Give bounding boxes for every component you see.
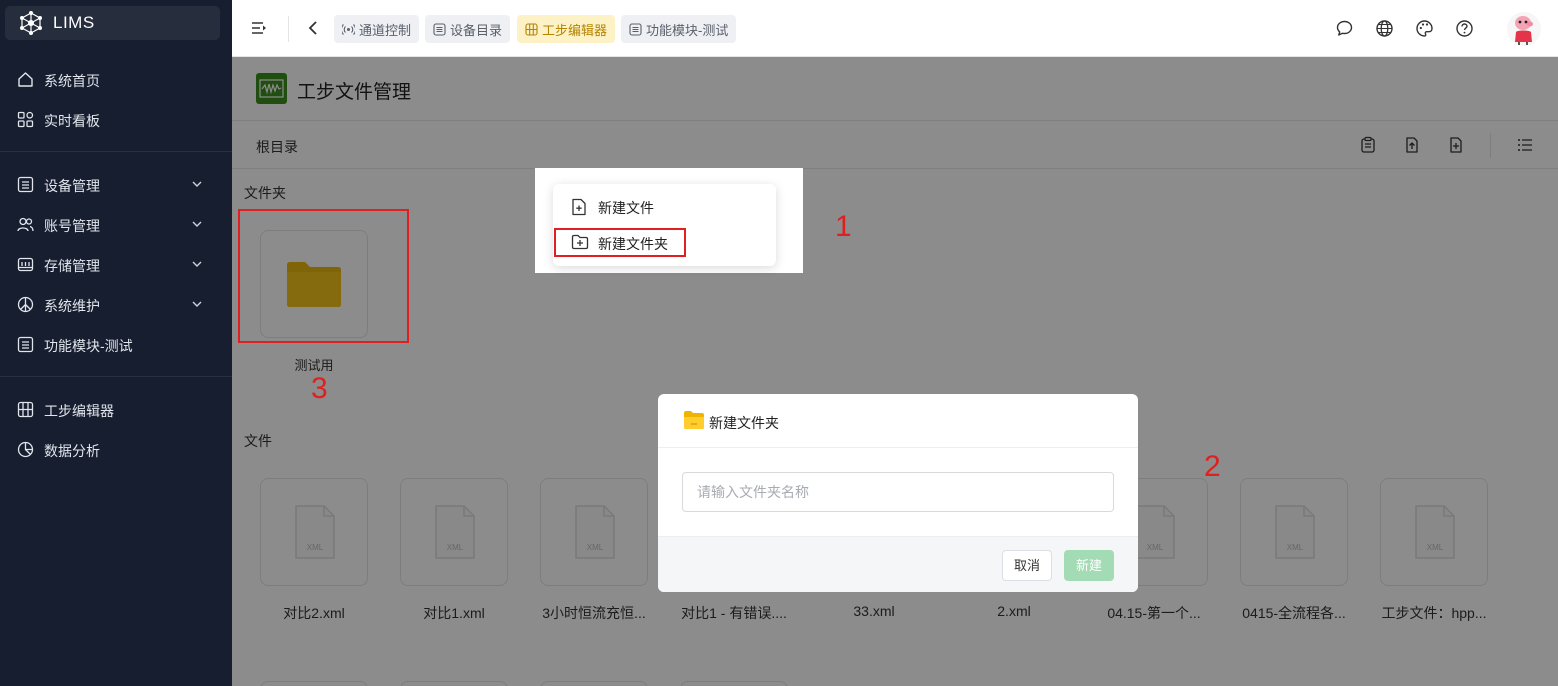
app-name: LIMS [53,13,95,32]
home-icon [18,72,33,87]
sidebar-divider [0,376,232,377]
brand[interactable]: LIMS [5,6,220,40]
palette-icon[interactable] [1415,19,1434,38]
sidebar-item-label: 系统维护 [44,298,100,314]
grid-icon [17,401,34,418]
help-icon[interactable] [1455,19,1474,38]
lims-logo-icon [20,11,42,35]
sidebar-item-data-analysis[interactable]: 数据分析 [0,429,232,469]
chevron-down-icon [192,301,202,307]
globe-icon[interactable] [1375,19,1394,38]
annotation-number-3: 3 [311,372,328,405]
dialog-title: 新建文件夹 [709,415,779,431]
sidebar-item-label: 数据分析 [44,443,100,459]
dialog-footer: 取消 新建 [658,536,1138,592]
chevron-down-icon [192,181,202,187]
chevron-down-icon [192,261,202,267]
sidebar-item-label: 工步编辑器 [44,403,114,419]
sidebar-item-dashboard[interactable]: 实时看板 [0,99,232,139]
user-avatar-icon [1515,16,1533,45]
annotation-box-new-folder [554,228,686,257]
sidebar-item-label: 系统首页 [44,73,100,89]
sidebar-divider [0,151,232,152]
annotation-number-2: 2 [1204,450,1221,483]
sidebar-item-label: 账号管理 [44,218,100,234]
pie-icon [17,441,34,458]
topbar: 通道控制 设备目录 工步编辑器 功能模块-测试 [232,0,1558,57]
tab-step-editor[interactable]: 工步编辑器 [517,15,616,43]
chat-icon[interactable] [1335,19,1354,38]
avatar[interactable] [1507,12,1541,46]
tab-label: 功能模块-测试 [646,22,729,38]
broadcast-icon [342,24,355,35]
users-icon [17,217,34,232]
annotation-box-folder [238,209,409,343]
menu-item-new-file[interactable]: 新建文件 [553,190,776,222]
sidebar-item-storage-management[interactable]: 存储管理 [0,244,232,284]
tab-label: 工步编辑器 [542,22,608,38]
tab-label: 通道控制 [359,22,412,38]
back-arrow-icon[interactable] [306,19,320,37]
dialog-header: 新建文件夹 [658,394,1138,448]
sidebar-item-account-management[interactable]: 账号管理 [0,204,232,244]
annotation-number-1: 1 [835,210,852,243]
chevron-down-icon [192,221,202,227]
list-box-icon [629,23,642,36]
sidebar-item-function-module-test[interactable]: 功能模块-测试 [0,324,232,364]
list-box-icon [433,23,446,36]
sidebar-item-label: 功能模块-测试 [44,338,133,354]
sidebar-item-label: 实时看板 [44,113,100,129]
sidebar-item-system-maintenance[interactable]: 系统维护 [0,284,232,324]
tab-label: 设备目录 [450,22,503,38]
tab-device-directory[interactable]: 设备目录 [425,15,511,43]
sidebar-item-label: 设备管理 [44,178,100,194]
tab-function-module-test[interactable]: 功能模块-测试 [621,15,737,43]
context-menu-panel: 新建文件 新建文件夹 [535,168,803,273]
new-folder-dialog: 新建文件夹 取消 新建 [658,394,1138,592]
create-button[interactable]: 新建 [1064,550,1114,581]
dashboard-icon [17,111,34,128]
list-box-icon [17,176,34,193]
sidebar-item-step-editor[interactable]: 工步编辑器 [0,389,232,429]
sidebar: LIMS 系统首页 实时看板 设备管理 账号管理 存储管理 系统维护 功能模块-… [0,0,232,686]
sidebar-item-label: 存储管理 [44,258,100,274]
folder-icon [684,411,704,429]
storage-icon [17,257,34,272]
sidebar-item-device-management[interactable]: 设备管理 [0,164,232,204]
file-plus-icon [572,198,586,216]
tab-channel-control[interactable]: 通道控制 [334,15,420,43]
list-box-icon [17,336,34,353]
grid-icon [525,23,538,36]
menu-item-label: 新建文件 [598,200,654,216]
peace-icon [17,296,34,313]
topbar-divider [288,16,289,42]
sidebar-item-home[interactable]: 系统首页 [0,59,232,99]
menu-fold-icon[interactable] [250,19,268,37]
cancel-button[interactable]: 取消 [1002,550,1052,581]
folder-name-input[interactable] [682,472,1114,512]
